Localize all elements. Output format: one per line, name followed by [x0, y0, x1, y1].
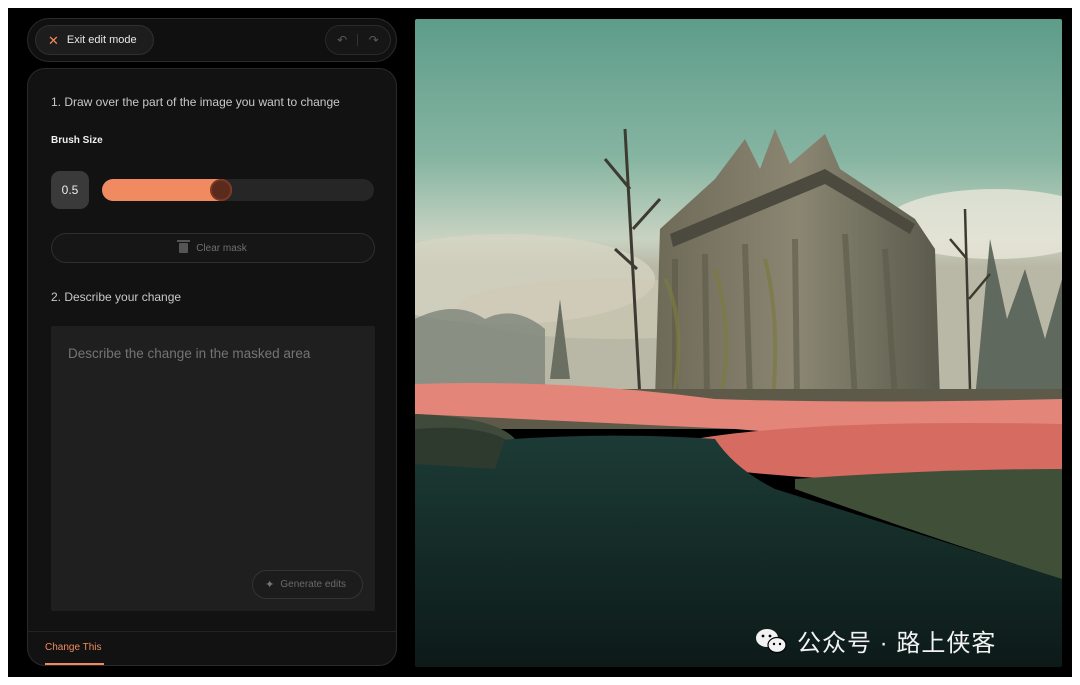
- watermark-text: 公众号 · 路上侠客: [797, 630, 997, 657]
- step2-instruction: 2. Describe your change: [51, 290, 182, 304]
- brush-size-value[interactable]: 0.5: [51, 171, 89, 209]
- app-window: ✕ Exit edit mode ↶ ↷ 1. Draw over the pa…: [8, 8, 1072, 677]
- landscape-painting: [415, 19, 1062, 667]
- slider-thumb[interactable]: [210, 179, 232, 201]
- tab-change-this[interactable]: Change This: [45, 642, 102, 653]
- clear-mask-button[interactable]: Clear mask: [51, 233, 375, 263]
- divider: [357, 34, 359, 46]
- brush-size-slider[interactable]: [102, 179, 374, 201]
- clear-mask-label: Clear mask: [196, 242, 247, 254]
- edit-canvas-image[interactable]: [415, 19, 1062, 667]
- redo-icon[interactable]: ↷: [369, 33, 379, 47]
- undo-redo-group: ↶ ↷: [325, 25, 391, 55]
- exit-edit-mode-label: Exit edit mode: [66, 34, 137, 46]
- generate-edits-button[interactable]: ✦ Generate edits: [252, 570, 363, 599]
- close-icon: ✕: [48, 32, 59, 48]
- sparkle-icon: ✦: [265, 579, 275, 591]
- active-tab-indicator: [45, 663, 104, 665]
- step1-instruction: 1. Draw over the part of the image you w…: [51, 95, 340, 109]
- wechat-watermark: 公众号 · 路上侠客: [755, 623, 996, 658]
- exit-edit-mode-button[interactable]: ✕ Exit edit mode: [35, 25, 154, 55]
- describe-input[interactable]: [68, 346, 358, 361]
- tab-bar: Change This: [28, 631, 396, 665]
- edit-panel: 1. Draw over the part of the image you w…: [27, 68, 397, 666]
- describe-box: ✦ Generate edits: [51, 326, 375, 611]
- brush-size-label: Brush Size: [51, 135, 103, 146]
- wechat-icon: [756, 628, 787, 653]
- generate-edits-label: Generate edits: [280, 579, 346, 590]
- top-bar: ✕ Exit edit mode ↶ ↷: [27, 18, 397, 62]
- trash-icon: [177, 240, 191, 253]
- undo-icon[interactable]: ↶: [337, 33, 347, 47]
